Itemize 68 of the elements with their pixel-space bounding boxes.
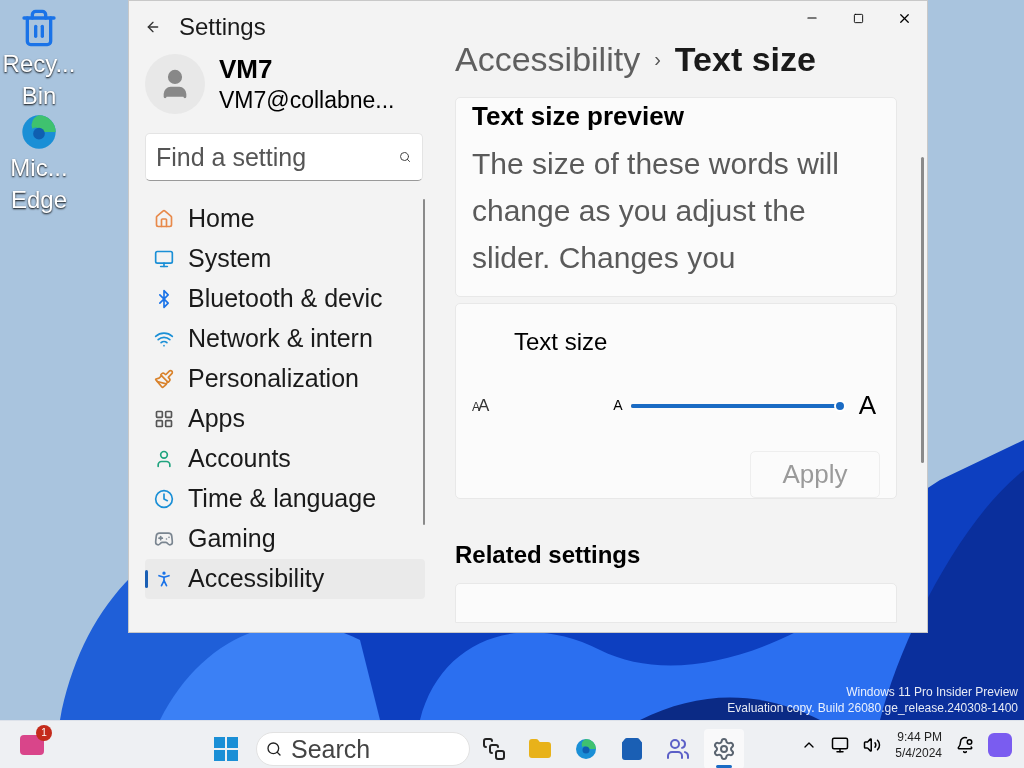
home-icon [154,209,174,229]
nav-label: Gaming [188,523,276,555]
clock-icon [154,489,174,509]
watermark-text: Evaluation copy. Build 26080.ge_release.240308-1400 [727,700,1018,716]
back-icon[interactable] [145,19,161,35]
card-title: Text size preview [472,100,685,133]
active-indicator [716,765,732,768]
nav-label: System [188,243,272,275]
folder-icon [528,737,552,761]
gamepad-icon [154,529,174,549]
nav-label: Time & language [188,483,377,515]
wifi-icon [154,329,174,349]
taskbar-search[interactable]: Search [256,732,470,766]
nav-label: Personalization [188,363,359,395]
browser-icon[interactable] [19,112,59,152]
user-email: VM7@collabne... [219,86,395,115]
watermark-text: Windows 11 Pro Insider Preview [846,684,1018,700]
text-size-icon: AA [472,392,488,419]
nav-label: Accessibility [188,563,325,595]
search-field[interactable]: Find a setting [145,133,423,181]
browser-icon[interactable] [574,737,598,761]
selection-indicator [145,570,148,588]
nav-item[interactable]: Network & intern [145,319,425,359]
large-a-label: A [858,389,877,422]
person-icon [154,449,174,469]
section-heading: Related settings [455,540,642,570]
monitor-icon[interactable] [831,735,850,754]
setting-label: Text size [514,327,609,357]
slider-thumb[interactable] [834,399,847,412]
speaker-icon[interactable] [863,735,882,754]
nav-label: Bluetooth & devic [188,283,383,315]
breadcrumb-link[interactable]: Accessibility [455,33,641,85]
system-icon [154,249,174,269]
apps-icon [154,409,174,429]
clock-date[interactable]: 5/4/2024 [895,744,942,761]
notification-badge: 1 [36,724,52,741]
window-title: Settings [179,12,266,42]
user-name: VM7 [219,53,274,85]
nav-label: Apps [188,403,245,435]
nav-item[interactable]: Accounts [145,439,425,479]
settings-icon [712,737,736,761]
nav-item[interactable]: Bluetooth & devic [145,279,425,319]
clock-time[interactable]: 9:44 PM [897,728,942,745]
page-title: Text size [674,38,816,80]
brush-icon [154,369,174,389]
search-icon[interactable] [399,151,411,163]
nav-label: Network & intern [188,323,373,355]
nav-item[interactable]: Apps [145,399,425,439]
preview-text: The size of these words will change as you adjust the slider. Changes you [472,146,840,276]
nav-item[interactable]: Accessibility [145,559,425,599]
nav-item[interactable]: Time & language [145,479,425,519]
nav-item[interactable]: Personalization [145,359,425,399]
nav-label: Accounts [188,443,291,475]
scrollbar[interactable] [423,199,425,525]
start-icon[interactable] [214,737,238,761]
search-icon [266,741,282,757]
nav-item[interactable]: Home [145,199,425,239]
people-icon [666,737,690,761]
breadcrumb-separator: › [654,47,661,72]
nav-label: Home [188,203,255,235]
nav-item[interactable]: System [145,239,425,279]
slider[interactable] [630,399,845,412]
taskview-icon [482,737,506,761]
maximize-icon[interactable] [852,12,864,24]
small-a-label: A [613,396,623,415]
scrollbar[interactable] [921,157,924,463]
bell-icon[interactable] [956,735,974,754]
nav-item[interactable]: Gaming [145,519,425,559]
